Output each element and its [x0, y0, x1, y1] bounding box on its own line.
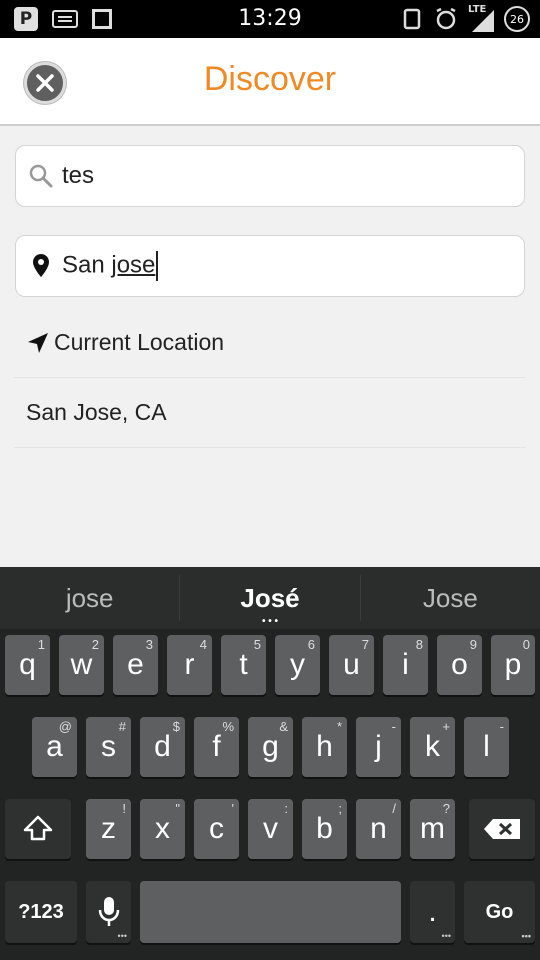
key-o[interactable]: o9 [437, 635, 482, 695]
soft-keyboard: jose José Jose q1 w2 e3 r4 t5 y6 u7 i8 o… [0, 567, 540, 960]
rotation-icon [400, 7, 424, 31]
voice-input-key[interactable]: ••• [86, 881, 131, 943]
key-x[interactable]: x " [140, 799, 185, 859]
search-input[interactable]: tes [15, 145, 525, 207]
key-m[interactable]: m? [410, 799, 455, 859]
key-b[interactable]: b; [302, 799, 347, 859]
more-options-dots: ••• [117, 931, 127, 941]
navigation-arrow-icon [28, 332, 48, 353]
alarm-icon [434, 7, 458, 31]
status-bar: P 13:29 LTE 26 [0, 0, 540, 38]
suggestion-san-jose[interactable]: San Jose, CA [14, 378, 526, 448]
key-s[interactable]: s # [86, 717, 131, 777]
backspace-key[interactable] [469, 799, 535, 859]
period-key[interactable]: . ••• [410, 881, 455, 943]
shift-key[interactable] [5, 799, 71, 859]
key-i[interactable]: i8 [383, 635, 428, 695]
search-icon [28, 161, 54, 191]
key-e[interactable]: e3 [113, 635, 158, 695]
key-c[interactable]: c ' [194, 799, 239, 859]
symbols-key[interactable]: ?123 [5, 881, 77, 943]
battery-icon: 26 [504, 6, 530, 32]
key-r[interactable]: r4 [167, 635, 212, 695]
text-caret [156, 251, 159, 281]
backspace-icon [484, 819, 520, 839]
key-u[interactable]: u7 [329, 635, 374, 695]
key-g[interactable]: g & [248, 717, 293, 777]
suggestion-label: Current Location [54, 329, 225, 355]
key-y[interactable]: y6 [275, 635, 320, 695]
location-value-prefix: San [62, 251, 112, 279]
discover-content: tes San jose Current Location San Jose, … [0, 126, 540, 567]
location-pin-icon [28, 251, 54, 281]
microphone-icon [98, 897, 119, 926]
key-f[interactable]: f% [194, 717, 239, 777]
key-l[interactable]: l- [464, 717, 509, 777]
key-p[interactable]: p0 [491, 635, 535, 695]
key-d[interactable]: d $ [140, 717, 185, 777]
page-title: Discover [203, 60, 337, 98]
location-value: San jose [62, 251, 159, 281]
more-options-dots: ••• [521, 931, 531, 941]
signal-icon: LTE [468, 4, 494, 32]
key-a[interactable]: a @ [32, 717, 77, 777]
more-options-dots: ••• [441, 931, 451, 941]
key-q[interactable]: q1 [5, 635, 50, 695]
key-n[interactable]: n / [356, 799, 401, 859]
word-suggestion[interactable]: jose [0, 567, 179, 629]
search-value: tes [62, 162, 95, 189]
word-suggestion[interactable]: José [180, 567, 359, 629]
key-j[interactable]: j- [356, 717, 401, 777]
app-header: Discover [0, 38, 540, 126]
word-suggestion[interactable]: Jose [361, 567, 540, 629]
space-key[interactable] [140, 881, 401, 943]
go-key[interactable]: Go ••• [464, 881, 535, 943]
suggestion-label: San Jose, CA [26, 399, 167, 425]
key-h[interactable]: h * [302, 717, 347, 777]
key-z[interactable]: z! [86, 799, 131, 859]
key-k[interactable]: k + [410, 717, 455, 777]
location-value-composing: jose [111, 251, 156, 279]
location-input[interactable]: San jose [15, 235, 525, 297]
shift-icon [23, 815, 53, 841]
key-w[interactable]: w2 [59, 635, 104, 695]
keyboard-suggestion-bar: jose José Jose [0, 567, 540, 629]
suggestion-current-location[interactable]: Current Location [14, 308, 526, 378]
key-v[interactable]: v: [248, 799, 293, 859]
key-t[interactable]: t5 [221, 635, 266, 695]
